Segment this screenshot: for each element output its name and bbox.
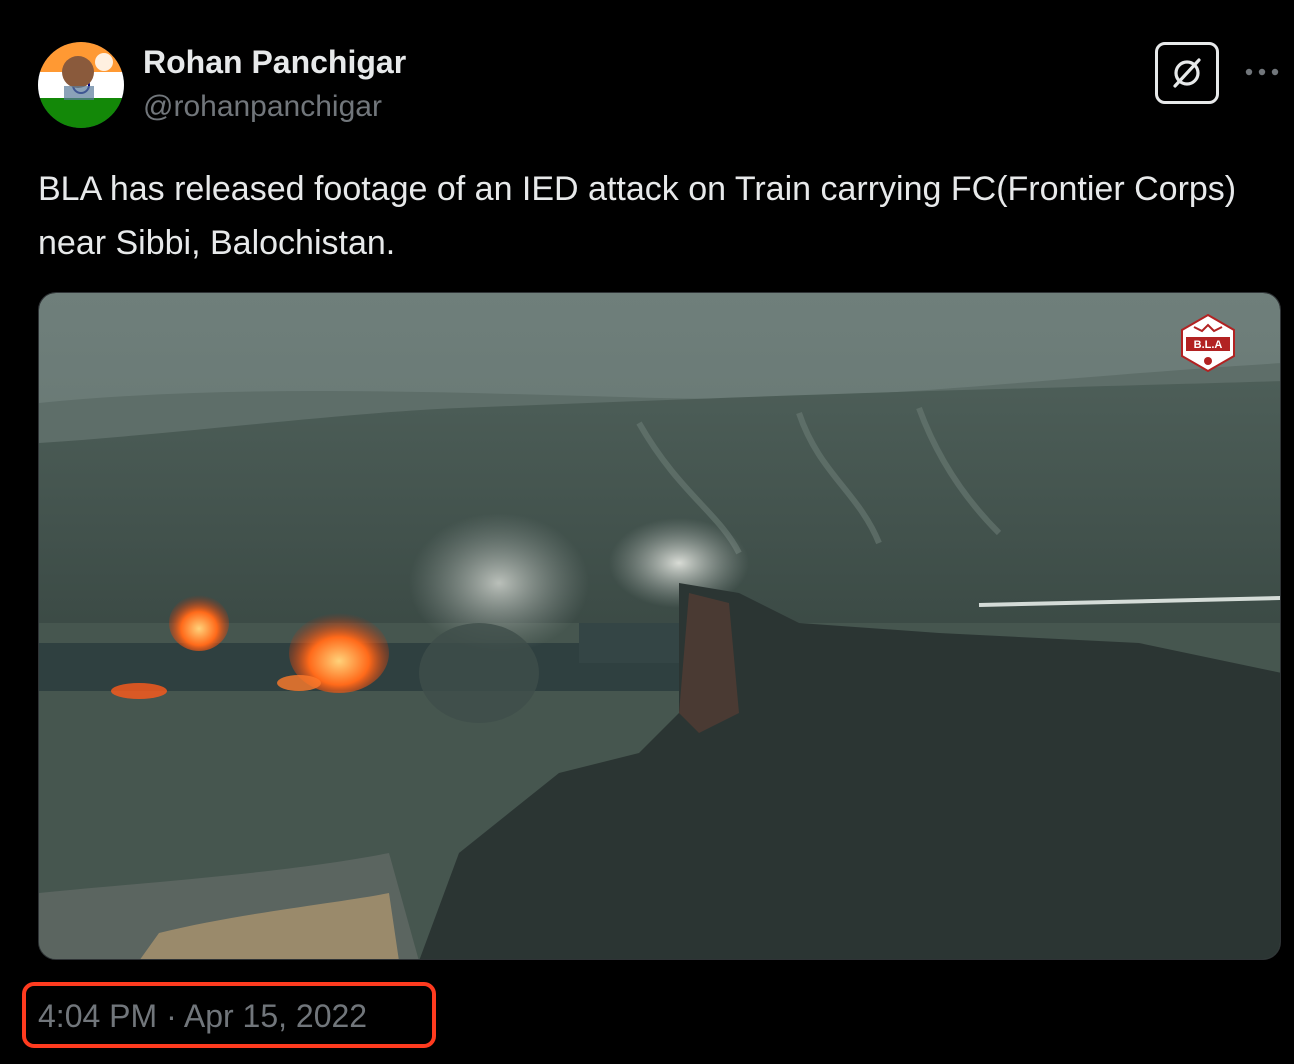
grok-icon <box>1173 58 1201 88</box>
avatar[interactable] <box>38 42 124 128</box>
tweet-media-video[interactable]: B.L.A <box>38 292 1281 960</box>
tweet-text: BLA has released footage of an IED attac… <box>38 170 1237 262</box>
tweet-timestamp[interactable]: 4:04 PM · Apr 15, 2022 <box>38 998 367 1035</box>
watermark-text: B.L.A <box>1194 339 1223 351</box>
more-options-button[interactable] <box>1242 56 1282 88</box>
grok-button[interactable] <box>1155 42 1219 104</box>
author-name[interactable]: Rohan Panchigar <box>143 44 406 81</box>
more-options-icon <box>1245 68 1279 76</box>
video-frame <box>39 293 1280 959</box>
author-handle[interactable]: @rohanpanchigar <box>143 90 382 124</box>
bla-watermark-logo: B.L.A <box>1181 313 1235 373</box>
